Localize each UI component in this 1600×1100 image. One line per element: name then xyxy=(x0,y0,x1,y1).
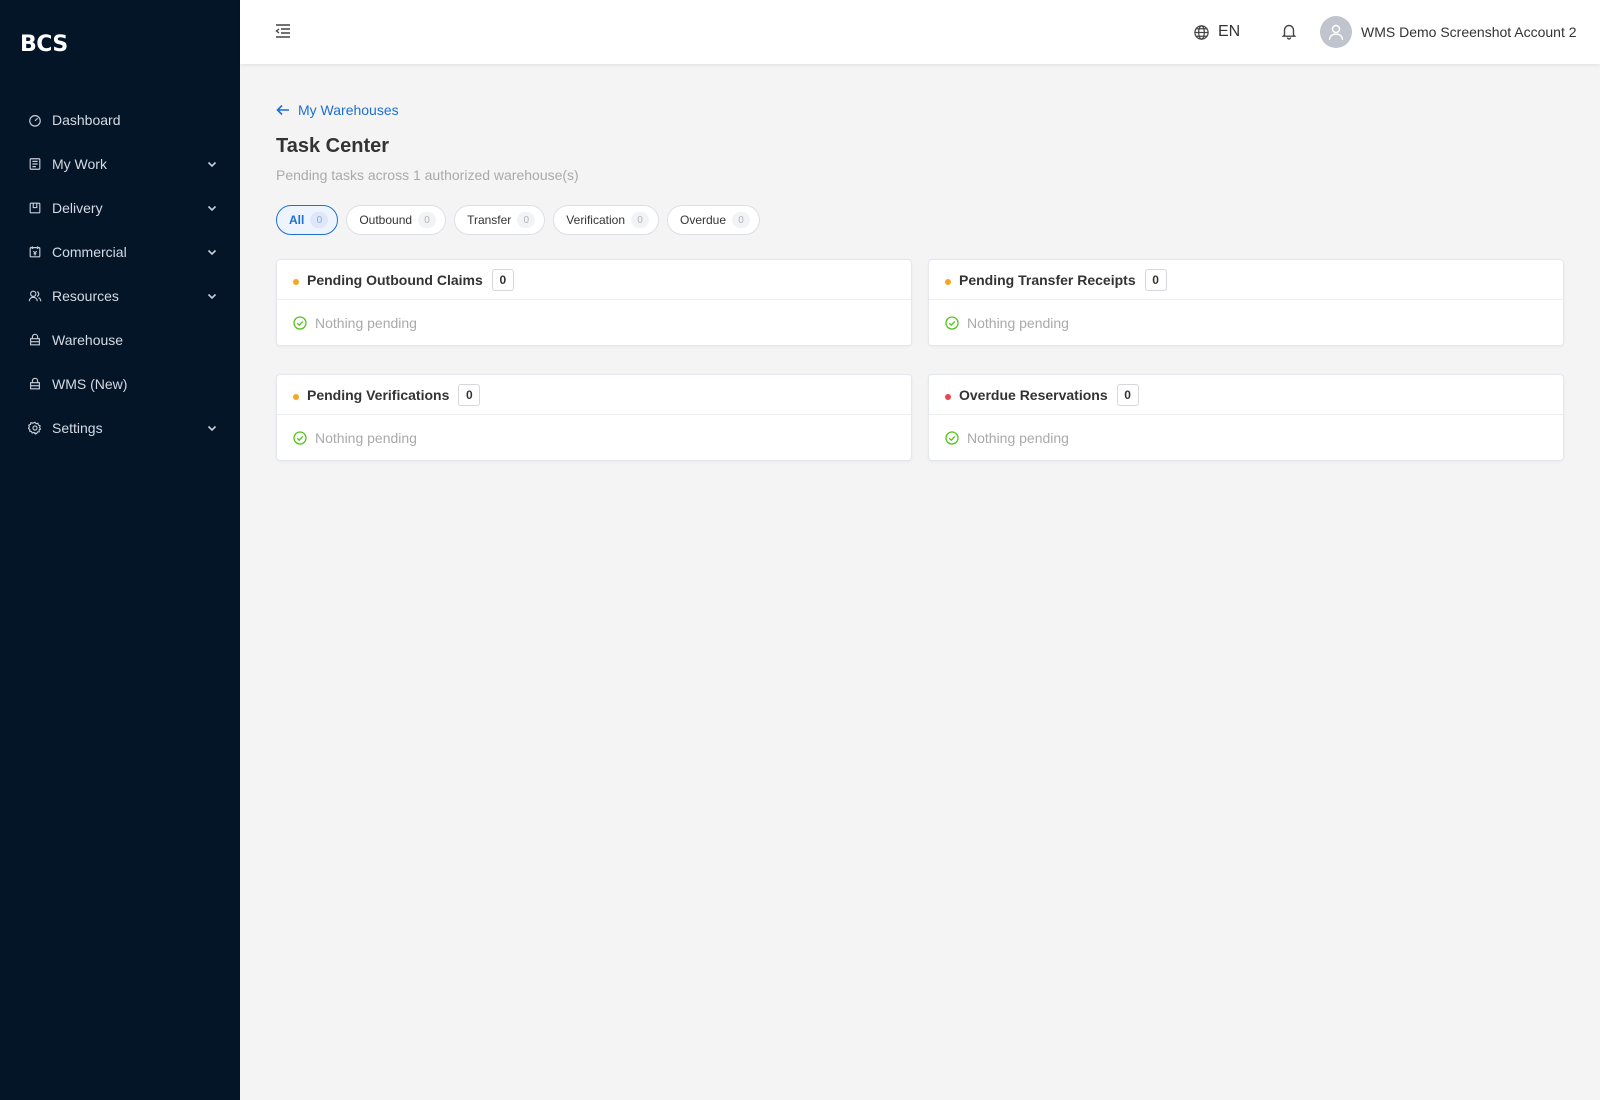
card-body: Nothing pending xyxy=(277,300,911,346)
user-menu[interactable]: WMS Demo Screenshot Account 2 xyxy=(1320,16,1577,48)
filter-chip-count: 0 xyxy=(732,212,751,228)
back-link[interactable]: My Warehouses xyxy=(276,100,399,120)
empty-state-text: Nothing pending xyxy=(315,430,417,446)
menu-fold-icon[interactable] xyxy=(274,22,292,40)
sidebar-item-commercial[interactable]: Commercial xyxy=(0,230,240,274)
empty-state-text: Nothing pending xyxy=(315,315,417,331)
chevron-down-icon xyxy=(206,246,218,258)
card-body: Nothing pending xyxy=(277,415,911,461)
chevron-down-icon xyxy=(206,158,218,170)
sidebar-item-label: Commercial xyxy=(52,244,127,260)
card-body: Nothing pending xyxy=(929,300,1563,346)
status-dot xyxy=(293,278,299,285)
filter-chip-overdue[interactable]: Overdue 0 xyxy=(667,205,761,235)
warehouse-icon xyxy=(28,377,42,391)
warehouse-icon xyxy=(28,333,42,347)
top-header: EN WMS Demo Screenshot Account 2 xyxy=(240,0,1600,64)
card-count-badge: 0 xyxy=(1116,383,1139,406)
document-icon xyxy=(28,157,42,171)
check-circle-icon xyxy=(945,316,959,330)
sidebar: BCS Dashboard My Work Delivery Commercia… xyxy=(0,0,240,1100)
globe-icon xyxy=(1194,24,1209,40)
card-header: Pending Transfer Receipts 0 xyxy=(929,260,1563,300)
chevron-down-icon xyxy=(206,202,218,214)
delivery-icon xyxy=(28,201,42,215)
status-dot xyxy=(945,278,951,285)
sidebar-item-resources[interactable]: Resources xyxy=(0,274,240,318)
filter-chip-verification[interactable]: Verification 0 xyxy=(553,205,659,235)
users-icon xyxy=(28,289,42,303)
filter-chip-count: 0 xyxy=(310,212,329,228)
filter-chip-transfer[interactable]: Transfer 0 xyxy=(454,205,546,235)
chevron-down-icon xyxy=(206,422,218,434)
user-name: WMS Demo Screenshot Account 2 xyxy=(1361,24,1577,40)
sidebar-item-label: Delivery xyxy=(52,200,103,216)
page-subtitle: Pending tasks across 1 authorized wareho… xyxy=(276,167,579,183)
status-dot xyxy=(945,393,951,400)
task-card-overdue-reservations: Overdue Reservations 0 Nothing pending xyxy=(928,374,1564,461)
sidebar-item-wms-new[interactable]: WMS (New) xyxy=(0,362,240,406)
sidebar-item-my-work[interactable]: My Work xyxy=(0,142,240,186)
page-title: Task Center xyxy=(276,135,390,157)
filter-chip-count: 0 xyxy=(418,212,437,228)
card-count-badge: 0 xyxy=(458,383,481,406)
card-count-badge: 0 xyxy=(1144,268,1167,291)
empty-state-text: Nothing pending xyxy=(967,430,1069,446)
card-title: Overdue Reservations xyxy=(959,386,1108,403)
card-header: Pending Verifications 0 xyxy=(277,375,911,415)
sidebar-item-label: Dashboard xyxy=(52,112,121,128)
filter-chip-all[interactable]: All 0 xyxy=(276,205,339,235)
language-switcher[interactable]: EN xyxy=(1193,20,1240,44)
card-count-badge: 0 xyxy=(491,268,514,291)
sidebar-item-settings[interactable]: Settings xyxy=(0,406,240,450)
dashboard-icon xyxy=(28,113,42,127)
sidebar-item-dashboard[interactable]: Dashboard xyxy=(0,98,240,142)
filter-chip-label: Overdue xyxy=(680,213,727,227)
card-title: Pending Transfer Receipts xyxy=(959,271,1136,288)
task-card-transfer-receipts: Pending Transfer Receipts 0 Nothing pend… xyxy=(928,259,1564,346)
card-body: Nothing pending xyxy=(929,415,1563,461)
sidebar-item-label: Settings xyxy=(52,420,103,436)
filter-chip-outbound[interactable]: Outbound 0 xyxy=(346,205,447,235)
filter-chip-count: 0 xyxy=(517,212,536,228)
sidebar-item-label: My Work xyxy=(52,156,107,172)
language-label: EN xyxy=(1218,23,1241,40)
check-circle-icon xyxy=(293,316,307,330)
filter-chip-count: 0 xyxy=(631,212,649,228)
task-card-outbound-claims: Pending Outbound Claims 0 Nothing pendin… xyxy=(276,259,912,346)
card-header: Pending Outbound Claims 0 xyxy=(277,260,911,300)
check-circle-icon xyxy=(945,431,959,445)
card-header: Overdue Reservations 0 xyxy=(929,375,1563,415)
main-content: My Warehouses Task Center Pending tasks … xyxy=(276,100,1564,461)
arrow-left-icon xyxy=(276,104,289,116)
sidebar-item-delivery[interactable]: Delivery xyxy=(0,186,240,230)
brand-logo: BCS xyxy=(20,32,68,57)
filter-chip-label: All xyxy=(289,213,305,227)
sidebar-item-label: Resources xyxy=(52,288,119,304)
card-title: Pending Outbound Claims xyxy=(307,271,483,288)
bell-icon[interactable] xyxy=(1280,22,1298,40)
filter-chip-label: Verification xyxy=(566,213,625,227)
commercial-icon xyxy=(28,245,42,259)
card-title: Pending Verifications xyxy=(307,386,450,403)
task-cards-grid: Pending Outbound Claims 0 Nothing pendin… xyxy=(276,259,1564,461)
sidebar-nav: Dashboard My Work Delivery Commercial Re… xyxy=(0,98,240,450)
task-card-verifications: Pending Verifications 0 Nothing pending xyxy=(276,374,912,461)
gear-icon xyxy=(28,421,42,435)
sidebar-item-label: Warehouse xyxy=(52,332,124,348)
check-circle-icon xyxy=(293,431,307,445)
user-icon xyxy=(1328,24,1344,41)
status-dot xyxy=(293,393,299,400)
filter-chip-label: Outbound xyxy=(359,213,413,227)
filter-chip-label: Transfer xyxy=(467,213,512,227)
chevron-down-icon xyxy=(206,290,218,302)
empty-state-text: Nothing pending xyxy=(967,315,1069,331)
sidebar-item-label: WMS (New) xyxy=(52,376,128,392)
filter-tabs: All 0 Outbound 0 Transfer 0 Verification… xyxy=(276,205,1564,235)
sidebar-item-warehouse[interactable]: Warehouse xyxy=(0,318,240,362)
avatar xyxy=(1320,16,1352,48)
back-link-label: My Warehouses xyxy=(298,102,399,118)
